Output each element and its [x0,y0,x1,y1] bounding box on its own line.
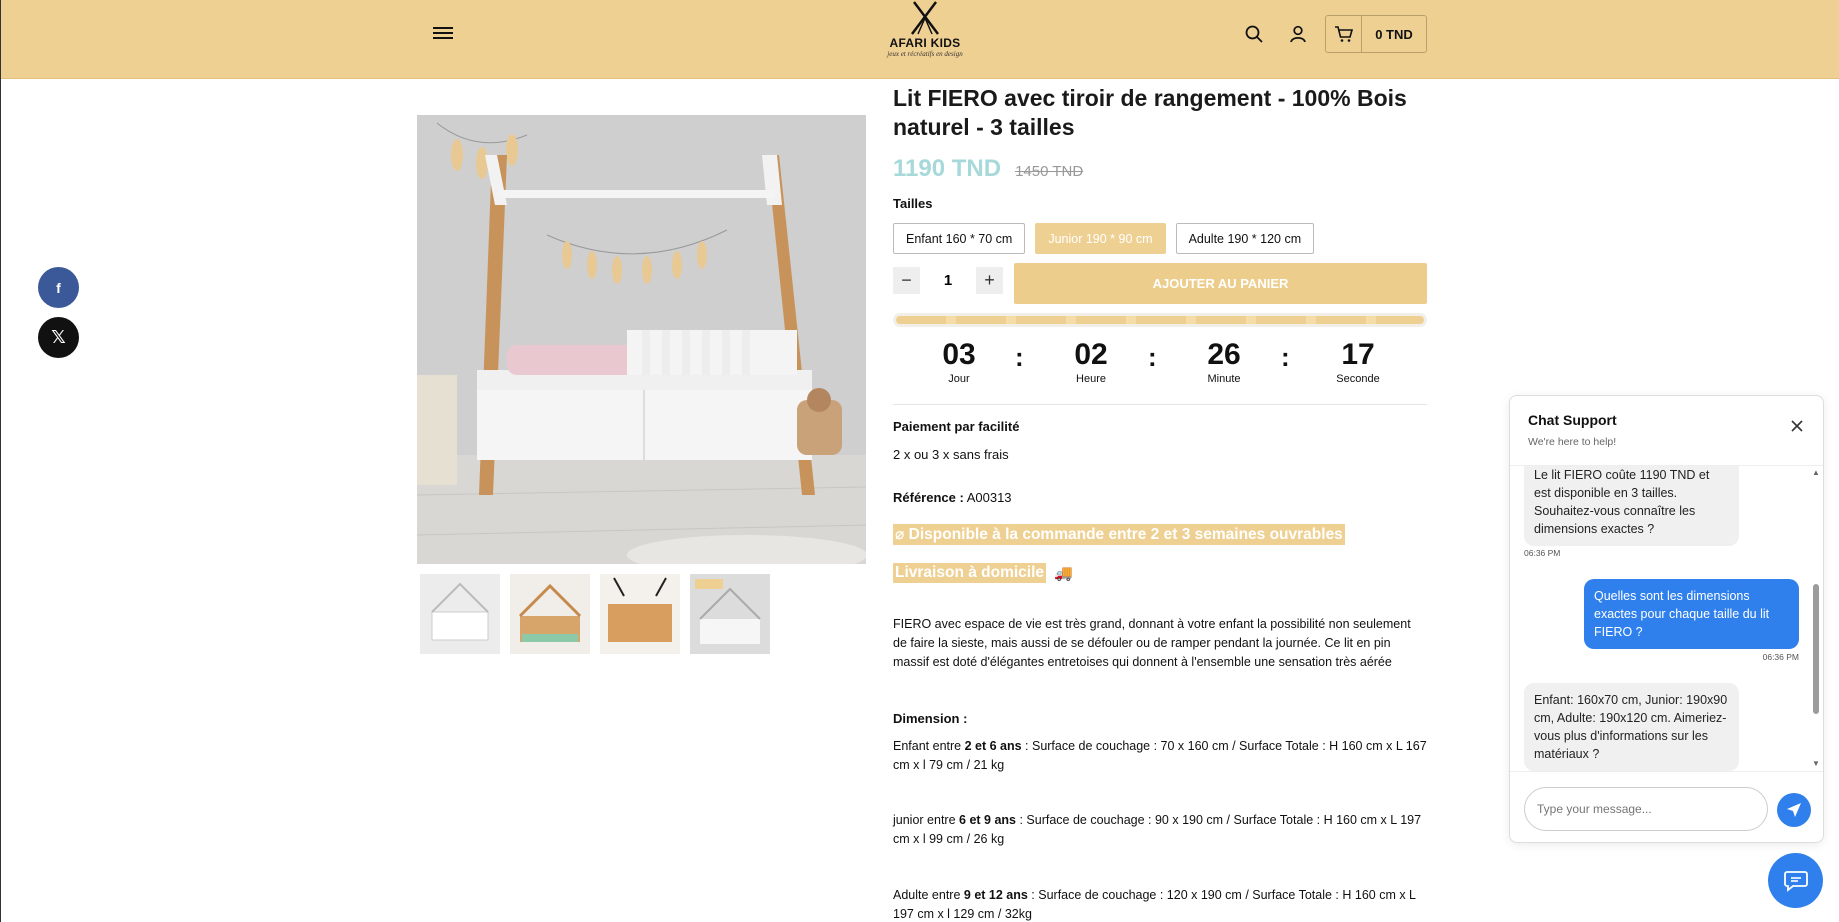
product-main-image[interactable] [417,115,866,564]
delivery-text: Livraison à domicile [893,563,1047,583]
dimension-ages: 9 et 12 ans [963,888,1028,902]
product-price: 1190 TND 1450 TND [893,155,1083,183]
scroll-up-icon[interactable]: ▲ [1812,468,1820,477]
countdown-separator: : [1148,342,1157,372]
divider [893,404,1427,405]
chat-message-time: 06:36 PM [1524,548,1561,558]
chat-header: Chat Support We're here to help! [1510,396,1823,466]
truck-icon: 🚚 [1054,565,1073,582]
send-button[interactable] [1777,793,1811,827]
chat-widget: Chat Support We're here to help! Le lit … [1509,395,1824,843]
thumbnail-list [420,574,770,654]
countdown-timer: 03 Jour : 02 Heure : 26 Minute : 17 Seco… [893,338,1427,398]
logo-tent-icon [911,1,939,35]
countdown-seconds: 17 Seconde [1318,338,1398,385]
chat-messages: Le lit FIERO coûte 1190 TND et est dispo… [1510,466,1813,771]
decrease-quantity-button[interactable]: − [893,267,920,294]
close-icon[interactable] [1789,418,1805,434]
search-icon[interactable] [1243,23,1265,45]
chat-subtitle: We're here to help! [1528,436,1617,448]
countdown-seconds-label: Seconde [1336,373,1380,385]
site-logo[interactable]: AFARI KIDS jeux et récréatifs en design [875,0,975,70]
chat-message-bot: Le lit FIERO coûte 1190 TND et est dispo… [1524,466,1739,546]
cart-icon [1326,16,1362,52]
dimension-adulte: Adulte entre 9 et 12 ans : Surface de co… [893,886,1427,922]
countdown-hours-value: 02 [1074,338,1108,371]
product-title: Lit FIERO avec tiroir de rangement - 100… [893,85,1407,140]
page: AFARI KIDS jeux et récréatifs en design … [0,0,1839,922]
size-option-enfant[interactable]: Enfant 160 * 70 cm [893,223,1026,254]
countdown-separator: : [1015,342,1024,372]
thumbnail-1[interactable] [420,574,500,654]
quantity-input[interactable] [920,272,976,289]
countdown-separator: : [1281,342,1290,372]
x-icon: 𝕏 [51,327,66,347]
sizes-label: Tailles [893,196,933,211]
countdown-days: 03 Jour [919,338,999,385]
progress-fill [896,316,1424,324]
dimension-prefix: junior entre [893,813,960,827]
delivery-notice: Livraison à domicile 🚚 [893,563,1073,583]
increase-quantity-button[interactable]: + [976,267,1003,294]
countdown-days-value: 03 [942,338,976,371]
size-option-adulte[interactable]: Adulte 190 * 120 cm [1175,223,1315,254]
countdown-hours: 02 Heure [1051,338,1131,385]
availability-notice: ⌀ Disponible à la commande entre 2 et 3 … [893,524,1345,545]
quantity-stepper: − + [893,267,1003,294]
dimension-title: Dimension : [893,711,968,726]
dimension-junior: junior entre 6 et 9 ans : Surface de cou… [893,811,1427,849]
payment-text: 2 x ou 3 x sans frais [893,447,1009,462]
size-options: Enfant 160 * 70 cm Junior 190 * 90 cm Ad… [893,223,1315,254]
chat-message-bot: Enfant: 160x70 cm, Junior: 190x90 cm, Ad… [1524,683,1739,771]
dimension-enfant: Enfant entre 2 et 6 ans : Surface de cou… [893,737,1427,775]
add-to-cart-button[interactable]: AJOUTER AU PANIER [1014,263,1427,304]
brand-name: AFARI KIDS [889,36,961,50]
chat-toggle-button[interactable] [1768,853,1823,908]
brand-tagline: jeux et récréatifs en design [887,50,963,58]
dimension-ages: 2 et 6 ans [964,739,1022,753]
facebook-share-button[interactable]: f [38,267,79,308]
countdown-minutes-label: Minute [1207,373,1241,385]
chat-message-input[interactable] [1524,787,1768,831]
size-option-junior[interactable]: Junior 190 * 90 cm [1035,223,1166,254]
chat-title: Chat Support [1528,412,1617,428]
send-icon [1787,803,1801,817]
facebook-icon: f [56,279,61,296]
current-price: 1190 TND [893,155,1002,182]
cart-button[interactable]: 0 TND [1325,15,1427,53]
dimension-ages: 6 et 9 ans [959,813,1016,827]
thumbnail-3[interactable] [600,574,680,654]
product-description: FIERO avec espace de vie est très grand,… [893,617,1411,669]
menu-icon[interactable] [433,24,453,42]
payment-title: Paiement par facilité [893,419,1020,434]
site-header: AFARI KIDS jeux et récréatifs en design … [1,0,1839,79]
reference-label: Référence : [893,490,964,505]
countdown-seconds-value: 17 [1341,338,1375,371]
countdown-minutes: 26 Minute [1184,338,1264,385]
reference: Référence : A00313 [893,490,1012,505]
chat-message-time: 06:36 PM [1762,652,1799,662]
countdown-minutes-value: 26 [1207,338,1241,371]
cart-total: 0 TND [1375,26,1413,42]
stock-progress-bar [893,313,1427,327]
countdown-days-label: Jour [948,373,970,385]
dimension-prefix: Adulte entre [893,888,964,902]
user-icon[interactable] [1287,23,1309,45]
scroll-down-icon[interactable]: ▼ [1812,759,1820,768]
chat-message-user: Quelles sont les dimensions exactes pour… [1584,579,1799,649]
dimension-prefix: Enfant entre [893,739,965,753]
countdown-hours-label: Heure [1076,373,1106,385]
chat-scrollbar[interactable]: ▲ ▼ [1811,466,1821,771]
chat-footer [1510,771,1823,842]
x-share-button[interactable]: 𝕏 [38,317,79,358]
old-price: 1450 TND [1015,163,1084,180]
thumbnail-2[interactable] [510,574,590,654]
scrollbar-thumb[interactable] [1813,584,1819,714]
reference-value: A00313 [963,490,1012,505]
thumbnail-4[interactable] [690,574,770,654]
chat-icon [1783,870,1808,892]
